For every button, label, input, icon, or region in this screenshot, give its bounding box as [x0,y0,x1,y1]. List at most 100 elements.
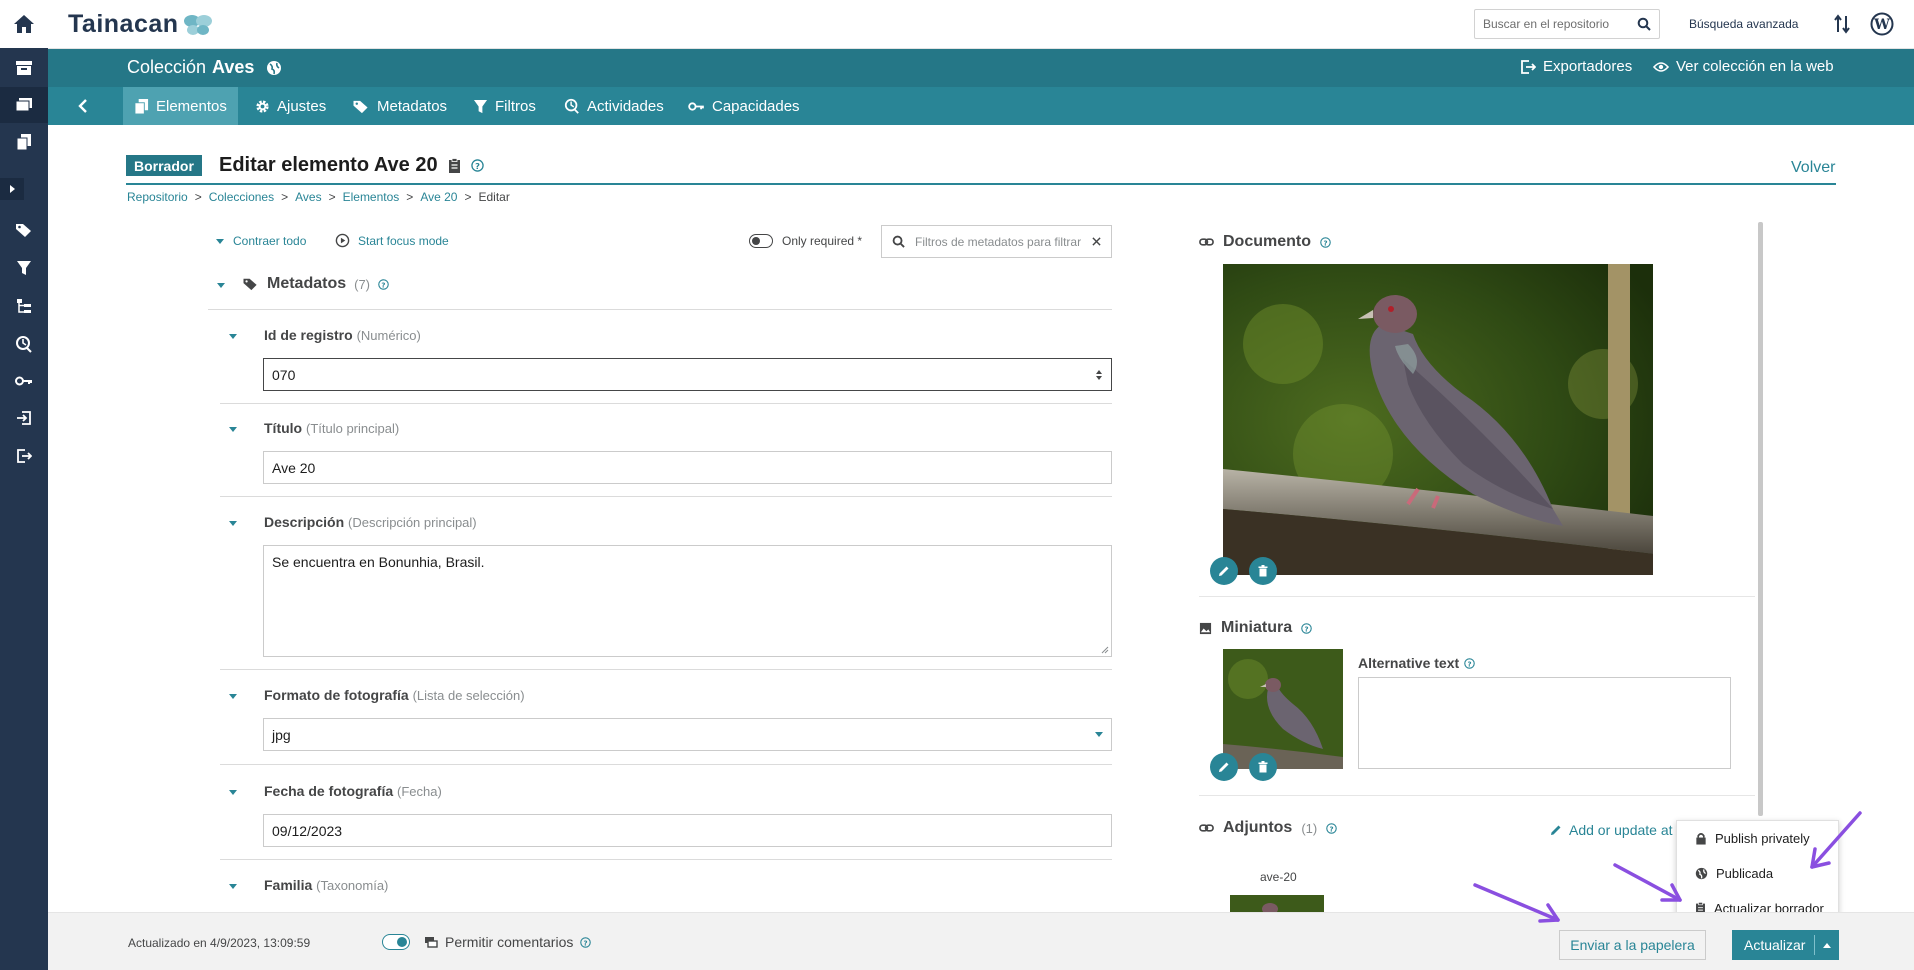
breadcrumb-item[interactable]: Ave 20 [420,190,457,204]
search-icon [892,235,905,248]
tags-icon [243,278,257,291]
field-label-family: Familia (Taxonomía) [264,877,388,893]
attachment-thumbnail[interactable] [1230,895,1324,912]
thumbnail-image[interactable] [1223,649,1343,769]
caret-up-icon [1823,942,1831,948]
home-button[interactable] [0,0,48,48]
id-input[interactable]: 070 [263,358,1112,391]
tab-filtros[interactable]: Filtros [462,87,547,125]
description-textarea[interactable]: Se encuentra en Bonunhia, Brasil. [263,545,1112,657]
alt-text-textarea[interactable] [1358,677,1731,769]
exporters-label: Exportadores [1543,58,1633,75]
breadcrumb-item[interactable]: Aves [295,190,321,204]
comments-icon [425,936,438,948]
metadata-filter-input[interactable]: Filtros de metadatos para filtrar [915,235,1082,249]
exporters-link[interactable]: Exportadores [1520,58,1632,75]
breadcrumb-item[interactable]: Elementos [343,190,400,204]
sidebar-item-repository[interactable] [0,50,48,86]
tab-actividades[interactable]: Actividades [553,87,675,125]
pigeon-thumbnail [1223,649,1343,769]
tab-ajustes[interactable]: Ajustes [244,87,337,125]
back-arrow-button[interactable] [78,99,88,113]
help-icon[interactable]: ? [470,159,484,172]
comments-toggle[interactable] [382,934,410,950]
tab-metadatos[interactable]: Metadatos [341,87,458,125]
alt-text-label-wrap: Alternative text ? [1358,655,1475,671]
help-icon[interactable]: ? [580,936,592,948]
edit-document-button[interactable] [1210,557,1238,585]
date-input[interactable]: 09/12/2023 [263,814,1112,847]
wordpress-button[interactable]: W [1870,12,1894,36]
page-title-wrap: Editar elemento Ave 20 ? [219,154,484,177]
add-attachment-button[interactable]: Add or update at [1550,822,1673,838]
help-icon[interactable]: ? [1326,822,1337,834]
caret-down-icon[interactable] [229,884,237,889]
sidebar-item-capabilities[interactable] [0,363,48,399]
collapse-all-button[interactable]: Contraer todo [216,234,306,248]
advanced-search-link[interactable]: Búsqueda avanzada [1689,17,1798,31]
brand-logo[interactable]: Tainacan [68,10,213,39]
sidebar-item-importers[interactable] [0,400,48,436]
back-link[interactable]: Volver [1791,159,1835,177]
collection-tabs: Elementos Ajustes Metadatos Filtros Acti… [48,87,1914,125]
help-icon[interactable]: ? [1464,657,1475,669]
edit-thumbnail-button[interactable] [1210,753,1238,781]
scrollbar[interactable] [1758,222,1763,816]
attachments-count: (1) [1301,820,1318,836]
caret-down-icon[interactable] [229,694,237,699]
focus-mode-button[interactable]: Start focus mode [335,233,449,248]
sidebar-item-taxonomies[interactable] [0,288,48,324]
svg-text:?: ? [584,938,588,947]
filter-icon [473,99,488,113]
metadata-section-header[interactable]: Metadatos (7) ? [242,275,389,293]
title-input[interactable]: Ave 20 [263,451,1112,484]
search-box[interactable]: Buscar en el repositorio [1474,9,1660,39]
activities-icon [16,336,32,353]
number-stepper-icon[interactable] [1095,369,1103,381]
toggle-switch[interactable] [749,234,773,248]
tab-capacidades[interactable]: Capacidades [677,87,811,125]
delete-thumbnail-button[interactable] [1249,753,1277,781]
divider [220,403,1112,404]
sidebar-item-metadata[interactable] [0,212,48,248]
divider [1199,795,1755,796]
help-icon[interactable]: ? [378,278,389,290]
collection-prefix: Colección [127,57,207,77]
trash-button[interactable]: Enviar a la papelera [1559,930,1706,960]
document-image[interactable] [1223,264,1653,575]
update-button[interactable]: Actualizar [1732,937,1814,953]
caret-down-icon[interactable] [229,790,237,795]
sidebar-item-filters[interactable] [0,250,48,286]
help-icon[interactable]: ? [1320,236,1331,248]
sidebar-item-collections[interactable] [0,87,48,123]
eye-icon [1653,61,1669,72]
resize-handle-icon[interactable] [1101,646,1109,654]
view-collection-label: Ver colección en la web [1676,58,1834,75]
caret-down-icon[interactable] [229,521,237,526]
menu-item-publish-privately[interactable]: Publish privately [1695,831,1810,846]
view-collection-link[interactable]: Ver colección en la web [1653,58,1834,75]
tab-elementos[interactable]: Elementos [123,87,238,125]
menu-item-publicada[interactable]: Publicada [1695,866,1773,881]
update-dropdown-toggle[interactable] [1815,930,1839,960]
sidebar-item-items[interactable] [0,124,48,160]
sidebar-item-exporters[interactable] [0,438,48,474]
help-icon[interactable]: ? [1301,622,1312,634]
sidebar-expand-button[interactable] [0,178,24,200]
sidebar-item-activities[interactable] [0,326,48,362]
breadcrumb-item[interactable]: Colecciones [209,190,274,204]
caret-down-icon[interactable] [217,283,225,288]
caret-down-icon[interactable] [229,427,237,432]
processes-button[interactable] [1834,14,1850,34]
format-select[interactable]: jpg [263,718,1112,751]
link-icon [1199,238,1214,246]
search-icon[interactable] [1637,17,1651,31]
close-icon[interactable] [1092,237,1101,246]
breadcrumb-item[interactable]: Repositorio [127,190,188,204]
field-title: Título [264,420,303,436]
only-required-toggle[interactable]: Only required * [749,234,862,248]
search-input[interactable]: Buscar en el repositorio [1483,17,1637,31]
metadata-filter-box[interactable]: Filtros de metadatos para filtrar [881,225,1112,258]
delete-document-button[interactable] [1249,557,1277,585]
caret-down-icon[interactable] [229,334,237,339]
